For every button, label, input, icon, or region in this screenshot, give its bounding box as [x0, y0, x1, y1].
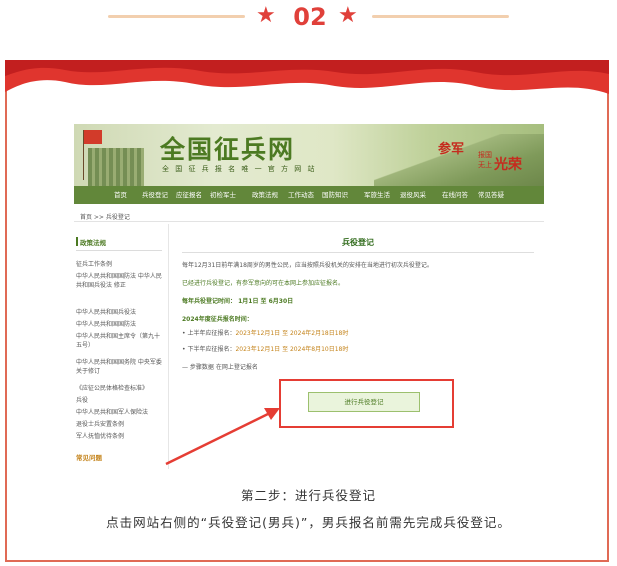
- steps-link[interactable]: — 步骤数据 在网上登记报名: [182, 362, 258, 371]
- sidebar-item[interactable]: 中华人民共和国主席令（第九十五号）: [76, 332, 162, 350]
- breadcrumb: 首页 >> 兵役登记: [80, 214, 130, 221]
- slogan-text-3: 光荣: [494, 157, 522, 173]
- nav-item-enlist[interactable]: 应征报名: [176, 189, 202, 199]
- registration-time-label: 每年兵役登记时间： 1月1日 至 6月30日: [182, 298, 294, 305]
- sidebar: 政策法规 征兵工作条例 中华人民共和国国防法 中华人民共和国兵役法 修正 中华人…: [74, 224, 166, 469]
- divider: [74, 221, 544, 222]
- site-banner: 全国征兵网 全 国 征 兵 报 名 唯 一 官 方 网 站 参军 报国 无上 光荣: [74, 124, 544, 186]
- nav-item-qa[interactable]: 在线问答: [442, 189, 468, 199]
- red-ribbon-decoration: [5, 60, 609, 94]
- step-description: 点击网站右侧的“兵役登记(男兵)”，男兵报名前需先完成兵役登记。: [106, 515, 511, 530]
- enlist-time-heading: 2024年度征兵报名时间：: [182, 316, 253, 323]
- intro-text-2: 已经进行兵役登记，有参军意向的可在本网上参加应征报名。: [182, 280, 345, 287]
- page-title: 兵役登记: [342, 238, 374, 247]
- flag-icon: [84, 130, 102, 144]
- sidebar-item[interactable]: 中华人民共和国国防法: [76, 320, 162, 329]
- header-line-right: [372, 15, 509, 18]
- soldiers-image: [88, 148, 144, 186]
- nav-item-faq[interactable]: 常见答疑: [478, 189, 504, 199]
- site-title: 全国征兵网: [160, 135, 296, 164]
- site-subtitle: 全 国 征 兵 报 名 唯 一 官 方 网 站: [162, 165, 317, 173]
- intro-text: 每年12月31日前年满18周岁的男性公民，应当按照兵役机关的安排在当地进行初次兵…: [182, 262, 433, 269]
- sidebar-item[interactable]: 军人抚恤优待条例: [76, 432, 162, 441]
- title-divider: [182, 252, 534, 253]
- sidebar-divider: [76, 250, 162, 251]
- star-icon-right: ★: [338, 3, 358, 28]
- step-caption: 第二步：进行兵役登记: [240, 488, 376, 503]
- nav-item-veterans[interactable]: 退役风采: [400, 189, 426, 199]
- slogan-text-2: 报国 无上: [478, 151, 492, 169]
- site-nav: 首页 兵役登记 应征报名 初检军士 政策法规 工作动态 国防知识 军旅生活 退役…: [74, 186, 544, 204]
- highlight-box: [279, 379, 454, 428]
- sidebar-item[interactable]: 兵役: [76, 396, 162, 405]
- sidebar-marker: [76, 237, 78, 246]
- nav-item-policy[interactable]: 政策法规: [252, 189, 278, 199]
- header-line-left: [108, 15, 245, 18]
- sidebar-item[interactable]: 《应征公民体格检查标准》: [76, 384, 162, 393]
- slogan-text-1: 参军: [438, 142, 465, 157]
- sidebar-title: 政策法规: [80, 239, 106, 247]
- nav-item-defense[interactable]: 国防知识: [322, 189, 348, 199]
- sidebar-item[interactable]: 退役士兵安置条例: [76, 420, 162, 429]
- sidebar-footer-link[interactable]: 常见问题: [76, 452, 102, 462]
- nav-item-registration[interactable]: 兵役登记: [142, 189, 168, 199]
- nav-item-life[interactable]: 军旅生活: [364, 189, 390, 199]
- second-half-time: • 下半年应征报名：2023年12月1日 至 2024年8月10日18时: [182, 346, 349, 353]
- first-half-time: • 上半年应征报名：2023年12月1日 至 2024年2月18日18时: [182, 330, 349, 337]
- step-number: 02: [293, 3, 327, 31]
- sidebar-item[interactable]: 中华人民共和国国务院 中央军委关于修订: [76, 358, 162, 376]
- nav-item-check[interactable]: 初检军士: [210, 189, 236, 199]
- nav-item-home[interactable]: 首页: [114, 189, 127, 199]
- star-icon-left: ★: [256, 3, 276, 28]
- nav-item-news[interactable]: 工作动态: [288, 189, 314, 199]
- sidebar-item[interactable]: 征兵工作条例: [76, 260, 162, 269]
- sidebar-item[interactable]: 中华人民共和国军人保险法: [76, 408, 162, 417]
- pointer-arrow-icon: [165, 408, 280, 466]
- sidebar-item[interactable]: 中华人民共和国国防法 中华人民共和国兵役法 修正: [76, 272, 162, 290]
- sidebar-item[interactable]: 中华人民共和国兵役法: [76, 308, 162, 317]
